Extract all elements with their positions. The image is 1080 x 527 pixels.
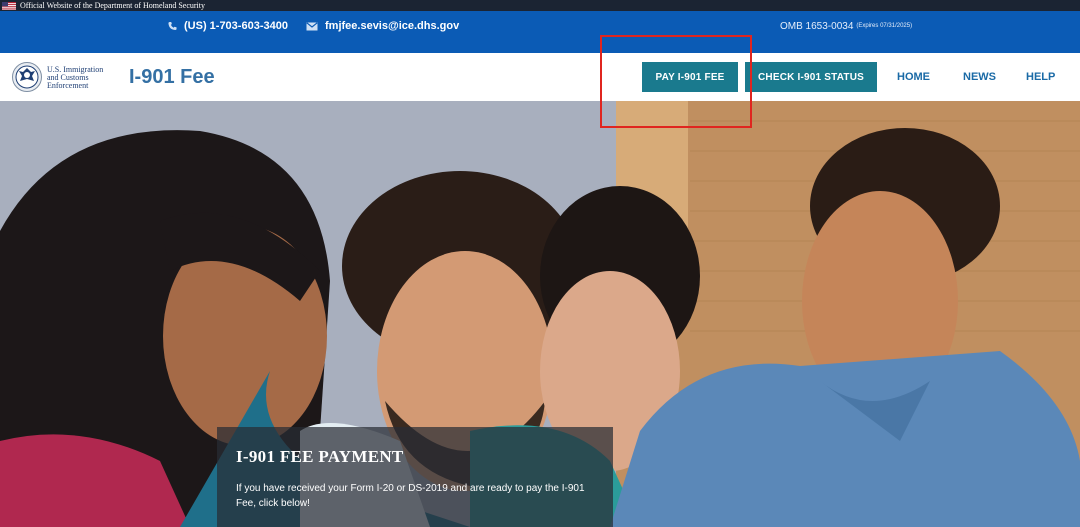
site-header: U.S. Immigration and Customs Enforcement…	[0, 53, 1080, 101]
nav-news[interactable]: NEWS	[963, 62, 996, 92]
phone-icon	[168, 21, 177, 31]
official-banner-text: Official Website of the Department of Ho…	[20, 1, 206, 10]
dhs-seal-icon[interactable]	[12, 62, 42, 92]
email-address: fmjfee.sevis@ice.dhs.gov	[325, 20, 460, 32]
nav-help[interactable]: HELP	[1026, 62, 1055, 92]
agency-name: U.S. Immigration and Customs Enforcement	[47, 66, 122, 90]
hero-text: If you have received your Form I-20 or D…	[236, 483, 585, 509]
contact-email[interactable]: fmjfee.sevis@ice.dhs.gov	[306, 11, 459, 41]
us-flag-icon	[2, 1, 16, 10]
phone-number: (US) 1-703-603-3400	[184, 20, 288, 32]
contact-bar: (US) 1-703-603-3400 fmjfee.sevis@ice.dhs…	[0, 11, 1080, 53]
pay-i901-fee-button[interactable]: PAY I-901 FEE	[642, 62, 738, 92]
check-i901-status-button[interactable]: CHECK I-901 STATUS	[745, 62, 877, 92]
omb-text: OMB 1653-0034	[780, 20, 854, 32]
agency-line-3: Enforcement	[47, 81, 89, 90]
hero-banner: I-901 FEE PAYMENT If you have received y…	[0, 101, 1080, 527]
hero-caption: I-901 FEE PAYMENT If you have received y…	[217, 427, 613, 527]
hero-title: I-901 FEE PAYMENT	[236, 447, 404, 466]
nav-home[interactable]: HOME	[897, 62, 930, 92]
site-title[interactable]: I-901 Fee	[129, 66, 215, 89]
envelope-icon	[306, 21, 318, 30]
omb-number: OMB 1653-0034 (Expires 07/31/2025)	[780, 11, 912, 41]
contact-phone[interactable]: (US) 1-703-603-3400	[168, 11, 288, 41]
omb-expires: (Expires 07/31/2025)	[856, 23, 913, 29]
official-banner: Official Website of the Department of Ho…	[0, 0, 1080, 11]
